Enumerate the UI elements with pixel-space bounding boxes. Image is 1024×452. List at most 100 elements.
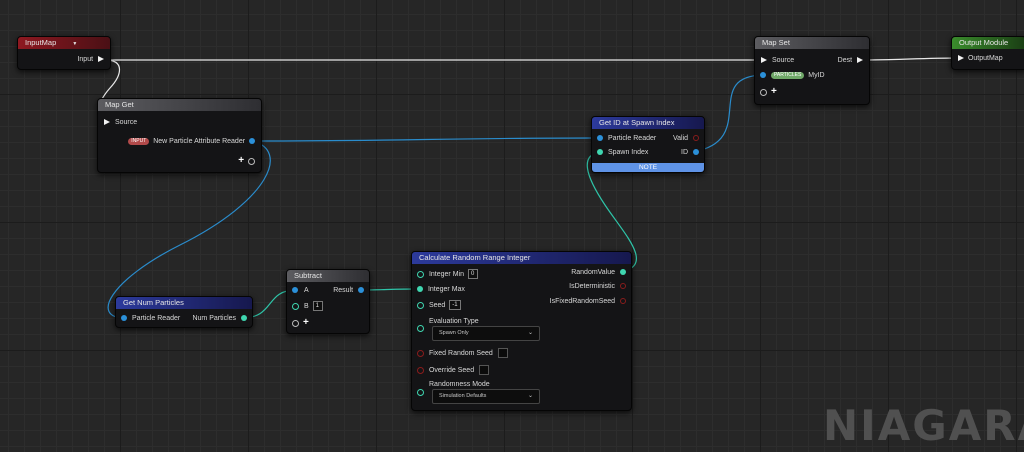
seed-pin-icon[interactable]: [417, 301, 424, 309]
fixed-random-seed-checkbox[interactable]: [497, 348, 508, 358]
input-pin-label: Input: [77, 56, 94, 63]
map-get-node[interactable]: Map Get Source INPUT New Particle Attrib…: [97, 98, 262, 173]
niagara-watermark: NIAGARA: [823, 401, 1024, 450]
randomness-mode-value: Simulation Defaults: [439, 393, 487, 399]
is-fixed-random-seed-label: IsFixedRandomSeed: [549, 298, 616, 305]
seed-label: Seed: [428, 301, 446, 309]
calc-random-title: Calculate Random Range Integer: [419, 253, 531, 262]
get-id-header: Get ID at Spawn Index: [592, 117, 704, 129]
particle-reader-label: Particle Reader: [607, 135, 657, 142]
get-id-title: Get ID at Spawn Index: [599, 118, 675, 127]
map-set-title: Map Set: [762, 38, 790, 47]
get-id-at-spawn-index-node[interactable]: Get ID at Spawn Index Particle Reader Va…: [591, 116, 705, 173]
b-value-field[interactable]: 1: [312, 301, 323, 311]
calculate-random-range-integer-node[interactable]: Calculate Random Range Integer Integer M…: [411, 251, 632, 411]
source-exec-pin-icon[interactable]: [104, 119, 110, 126]
map-set-dest-label: Dest: [837, 57, 853, 64]
subtract-header: Subtract: [287, 270, 369, 282]
add-pin-icon[interactable]: +: [238, 155, 244, 166]
is-deterministic-pin-icon[interactable]: [620, 283, 626, 290]
valid-pin-icon[interactable]: [693, 135, 699, 142]
get-num-reader-label: Particle Reader: [131, 315, 181, 322]
override-seed-checkbox[interactable]: [479, 365, 490, 375]
map-set-source-label: Source: [771, 57, 795, 64]
output-map-pin-icon[interactable]: [958, 55, 964, 62]
dropdown-arrow-icon[interactable]: ▼: [72, 41, 77, 47]
integer-max-label: Integer Max: [427, 286, 465, 293]
myid-pin-icon[interactable]: [760, 72, 766, 79]
map-get-header: Map Get: [98, 99, 261, 111]
map-set-header: Map Set: [755, 37, 869, 49]
get-num-header: Get Num Particles: [116, 297, 252, 309]
wire-reader-to-get-id: [251, 137, 598, 142]
integer-min-field[interactable]: 0: [467, 269, 478, 279]
output-module-header: Output Module: [952, 37, 1024, 49]
subtract-title: Subtract: [294, 271, 322, 280]
spawn-index-pin-icon[interactable]: [597, 149, 603, 156]
random-value-label: RandomValue: [571, 269, 616, 276]
evaluation-type-value: Spawn Only: [439, 330, 469, 336]
attribute-reader-pin-icon[interactable]: [249, 138, 255, 145]
randomness-mode-pin-icon[interactable]: [417, 389, 424, 396]
niagara-graph-canvas[interactable]: InputMap ▼ Input Map Get Source INPUT Ne…: [0, 0, 1024, 452]
is-fixed-random-seed-pin-icon[interactable]: [620, 298, 626, 305]
calc-random-header: Calculate Random Range Integer: [412, 252, 631, 264]
id-label: ID: [681, 149, 689, 156]
randomness-mode-dropdown[interactable]: Simulation Defaults ⌄: [432, 389, 540, 404]
a-pin-label: A: [303, 287, 309, 294]
chevron-down-icon: ⌄: [527, 393, 533, 399]
input-exec-pin-icon[interactable]: [98, 56, 104, 63]
map-set-node[interactable]: Map Set Source Dest PARTICLES MyID +: [754, 36, 870, 105]
subtract-add-pin-icon[interactable]: +: [303, 317, 309, 328]
randomness-mode-label: Randomness Mode: [429, 381, 490, 388]
input-map-header[interactable]: InputMap ▼: [18, 37, 110, 49]
source-pin-label: Source: [114, 119, 138, 126]
fixed-random-seed-pin-icon[interactable]: [417, 349, 424, 357]
input-map-title: InputMap: [25, 38, 57, 47]
map-set-source-pin-icon[interactable]: [761, 57, 767, 64]
chevron-down-icon: ⌄: [527, 330, 533, 336]
integer-max-pin-icon[interactable]: [417, 286, 423, 293]
num-particles-pin-icon[interactable]: [241, 315, 247, 322]
integer-min-pin-icon[interactable]: [417, 270, 424, 278]
get-num-title: Get Num Particles: [123, 298, 184, 307]
myid-label: MyID: [808, 72, 825, 79]
a-pin-icon[interactable]: [292, 287, 298, 294]
fixed-random-seed-label: Fixed Random Seed: [428, 349, 493, 357]
evaluation-type-label: Evaluation Type: [429, 318, 479, 325]
wire-map-set-to-output: [861, 57, 961, 61]
id-pin-icon[interactable]: [693, 149, 699, 156]
map-set-dest-pin-icon[interactable]: [857, 57, 863, 64]
result-label: Result: [333, 287, 354, 294]
input-map-node[interactable]: InputMap ▼ Input: [17, 36, 111, 70]
b-pin-icon[interactable]: [292, 302, 299, 310]
subtract-node[interactable]: Subtract A Result B 1 +: [286, 269, 370, 334]
seed-field[interactable]: -1: [449, 300, 461, 310]
particle-reader-pin-icon[interactable]: [597, 135, 603, 142]
map-get-title: Map Get: [105, 100, 134, 109]
num-particles-label: Num Particles: [192, 315, 237, 322]
note-bar[interactable]: NOTE: [592, 163, 704, 172]
override-seed-pin-icon[interactable]: [417, 366, 424, 374]
result-pin-icon[interactable]: [358, 287, 364, 294]
get-num-reader-pin-icon[interactable]: [121, 315, 127, 322]
attribute-reader-label: New Particle Attribute Reader: [153, 138, 246, 145]
add-pin-ring-icon[interactable]: [248, 157, 255, 165]
input-namespace-badge: INPUT: [128, 137, 150, 145]
evaluation-type-dropdown[interactable]: Spawn Only ⌄: [432, 326, 540, 341]
output-module-title: Output Module: [959, 38, 1009, 47]
output-map-label: OutputMap: [967, 55, 1003, 62]
integer-min-label: Integer Min: [428, 270, 464, 278]
output-module-node[interactable]: Output Module OutputMap: [951, 36, 1024, 70]
b-pin-label: B: [303, 302, 309, 310]
spawn-index-label: Spawn Index: [607, 149, 649, 156]
is-deterministic-label: IsDeterministic: [569, 283, 616, 290]
evaluation-type-pin-icon[interactable]: [417, 325, 424, 332]
map-set-add-ring-icon[interactable]: [760, 88, 767, 96]
get-num-particles-node[interactable]: Get Num Particles Particle Reader Num Pa…: [115, 296, 253, 328]
valid-label: Valid: [673, 135, 689, 142]
particles-namespace-badge: PARTICLES: [770, 71, 805, 79]
map-set-add-pin-icon[interactable]: +: [771, 86, 777, 97]
random-value-pin-icon[interactable]: [620, 269, 626, 276]
subtract-add-ring-icon[interactable]: [292, 319, 299, 327]
